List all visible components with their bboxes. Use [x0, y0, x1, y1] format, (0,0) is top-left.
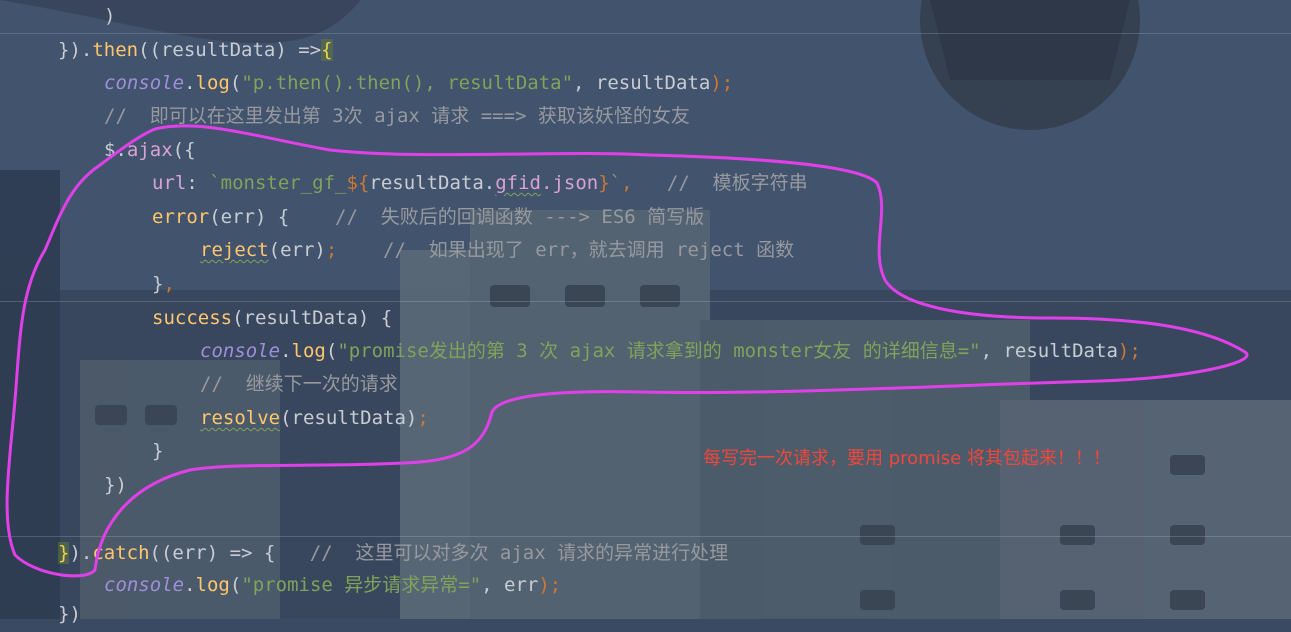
- code-line-4: // 即可以在这里发出第 3次 ajax 请求 ===> 获取该妖怪的女友: [0, 100, 1291, 134]
- token-semi: );: [538, 574, 562, 596]
- token-comment: // 即可以在这里发出第 3次 ajax 请求 ===> 获取该妖怪的女友: [104, 105, 690, 127]
- token-string: "promise 异步请求异常=": [241, 574, 482, 596]
- token-log: log: [195, 574, 230, 596]
- token-semi: );: [710, 72, 734, 94]
- token-key: url: [152, 172, 187, 194]
- code-line-9: },: [0, 268, 1291, 302]
- token-then: then: [92, 39, 139, 61]
- token-semi: ;: [325, 239, 338, 261]
- token-log: log: [195, 72, 230, 94]
- token-comment: // 继续下一次的请求: [200, 373, 398, 395]
- annotation-note: 每写完一次请求，要用 promise 将其包起来！！！: [703, 448, 1111, 469]
- token-punct: }).: [58, 39, 93, 61]
- token-string: "promise发出的第 3 次 ajax 请求拿到的 monster女友 的详…: [337, 340, 981, 362]
- token-comment: // 失败后的回调函数 ---> ES6 简写版: [289, 206, 705, 228]
- token-args: , resultData: [980, 340, 1118, 362]
- code-line-3: console.log("p.then().then(), resultData…: [0, 67, 1291, 101]
- token-colon: :: [186, 172, 210, 194]
- code-line-6: url: `monster_gf_${resultData.gfid.json}…: [0, 167, 1291, 201]
- token-string: "p.then().then(), resultData": [241, 72, 574, 94]
- close-paren: ): [104, 5, 116, 27]
- code-line-12: // 继续下一次的请求: [0, 368, 1291, 402]
- token-args: , err: [481, 574, 539, 596]
- token-console: console: [104, 72, 185, 94]
- matched-brace: }: [58, 542, 70, 564]
- token-comment: // 这里可以对多次 ajax 请求的异常进行处理: [275, 542, 729, 564]
- code-line-11: console.log("promise发出的第 3 次 ajax 请求拿到的 …: [0, 335, 1291, 369]
- token-args: (resultData) {: [232, 307, 393, 329]
- token-brace: }: [152, 440, 164, 462]
- token-dot: .: [184, 574, 196, 596]
- token-interp-open: ${: [346, 172, 370, 194]
- token-paren: (: [229, 574, 242, 596]
- token-backtick: `: [609, 172, 622, 194]
- code-line-8: reject(err); // 如果出现了 err，就去调用 reject 函数: [0, 234, 1291, 268]
- token-success: success: [152, 307, 233, 329]
- token-args: (err): [268, 239, 326, 261]
- token-comma: ,: [621, 172, 633, 194]
- token-catch: catch: [92, 542, 150, 564]
- token-json: .json: [541, 172, 599, 194]
- token-punct: ).: [69, 542, 93, 564]
- token-args: ((resultData) =>: [138, 39, 322, 61]
- token-paren: (: [325, 340, 338, 362]
- token-args: ((err) => {: [149, 542, 276, 564]
- code-line-13: resolve(resultData);: [0, 402, 1291, 436]
- code-line-2: }).then((resultData) =>{: [0, 33, 1291, 68]
- token-resolve: resolve: [200, 407, 281, 429]
- token-ajax: ajax: [126, 139, 173, 161]
- token-dot: .: [184, 72, 196, 94]
- token-dot: .: [115, 139, 127, 161]
- token-semi: ;: [417, 407, 429, 429]
- token-expr: resultData.: [369, 172, 496, 194]
- token-comment: // 模板字符串: [632, 172, 808, 194]
- token-comment: // 如果出现了 err，就去调用 reject 函数: [337, 239, 795, 261]
- token-close: }): [104, 474, 127, 496]
- token-args: , resultData: [573, 72, 711, 94]
- code-line-1: ): [0, 0, 1291, 34]
- code-line-15: }): [0, 469, 1291, 503]
- token-template-string: `monster_gf_: [209, 172, 347, 194]
- token-args: ({: [172, 139, 196, 161]
- token-comma: ,: [163, 273, 175, 295]
- code-line-19: }): [0, 598, 1291, 632]
- token-dollar: $: [104, 139, 116, 161]
- token-error: error: [152, 206, 210, 228]
- token-args: (resultData): [280, 407, 418, 429]
- code-line-5: $.ajax({: [0, 134, 1291, 168]
- token-gfid: gfid: [495, 172, 541, 194]
- token-args: (err) {: [209, 206, 290, 228]
- token-interp-close: }: [598, 172, 610, 194]
- token-console: console: [200, 340, 281, 362]
- code-line-10: success(resultData) {: [0, 301, 1291, 336]
- token-log: log: [291, 340, 326, 362]
- code-line-17: }).catch((err) => { // 这里可以对多次 ajax 请求的异…: [0, 536, 1291, 571]
- token-brace: }: [152, 273, 164, 295]
- token-close: }): [58, 603, 81, 625]
- token-dot: .: [280, 340, 292, 362]
- matched-brace: {: [321, 39, 333, 61]
- code-line-7: error(err) { // 失败后的回调函数 ---> ES6 简写版: [0, 201, 1291, 235]
- token-semi: );: [1117, 340, 1141, 362]
- token-paren: (: [229, 72, 242, 94]
- code-editor[interactable]: ) }).then((resultData) =>{ console.log("…: [0, 0, 1291, 625]
- token-console: console: [104, 574, 185, 596]
- token-reject: reject: [200, 239, 269, 261]
